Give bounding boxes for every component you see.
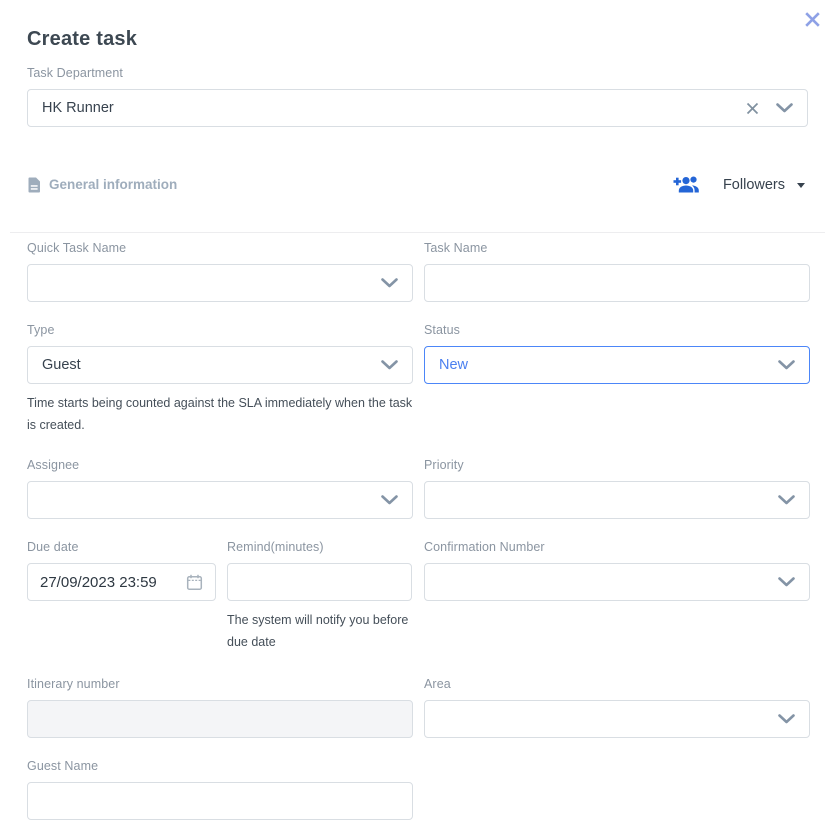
create-task-dialog: Create task Task Department HK Runner — [0, 0, 835, 821]
task-name-group: Task Name — [424, 241, 810, 302]
chevron-down-icon — [778, 360, 795, 370]
task-department-value: HK Runner — [42, 100, 114, 116]
chevron-down-icon — [778, 714, 795, 724]
itinerary-number-group: Itinerary number — [27, 677, 413, 738]
priority-group: Priority — [424, 458, 810, 519]
area-select[interactable] — [424, 700, 810, 738]
type-group: Type Guest Time starts being counted aga… — [27, 323, 413, 436]
due-remind-cluster: Due date 27/09/2023 23:59 — [27, 540, 413, 653]
due-date-group: Due date 27/09/2023 23:59 — [27, 540, 216, 653]
area-label: Area — [424, 677, 810, 691]
itinerary-number-input — [27, 700, 413, 738]
remind-label: Remind(minutes) — [227, 540, 412, 554]
type-label: Type — [27, 323, 413, 337]
task-name-label: Task Name — [424, 241, 810, 255]
caret-down-icon — [797, 183, 805, 188]
itinerary-number-label: Itinerary number — [27, 677, 413, 691]
chevron-down-icon — [778, 577, 795, 587]
due-date-label: Due date — [27, 540, 216, 554]
followers-label: Followers — [723, 177, 785, 193]
remind-helper-text: The system will notify you before due da… — [227, 609, 412, 653]
clear-icon[interactable] — [746, 102, 759, 115]
assignee-select[interactable] — [27, 481, 413, 519]
section-title-label: General information — [49, 177, 177, 192]
guest-name-label: Guest Name — [27, 759, 413, 773]
guest-name-input[interactable] — [27, 782, 413, 820]
quick-task-name-group: Quick Task Name — [27, 241, 413, 302]
type-select[interactable]: Guest — [27, 346, 413, 384]
task-department-select[interactable]: HK Runner — [27, 89, 808, 127]
confirmation-number-select[interactable] — [424, 563, 810, 601]
chevron-down-icon — [778, 495, 795, 505]
task-department-label: Task Department — [27, 66, 808, 80]
assignee-group: Assignee — [27, 458, 413, 519]
document-icon — [27, 177, 41, 193]
chevron-down-icon — [776, 103, 793, 113]
close-icon[interactable] — [802, 9, 822, 29]
general-information-header: General information — [27, 177, 177, 193]
type-helper-text: Time starts being counted against the SL… — [27, 392, 413, 436]
followers-control[interactable]: Followers — [673, 175, 805, 194]
area-group: Area — [424, 677, 810, 738]
quick-task-name-label: Quick Task Name — [27, 241, 413, 255]
chevron-down-icon — [381, 495, 398, 505]
assignee-label: Assignee — [27, 458, 413, 472]
remind-group: Remind(minutes) The system will notify y… — [227, 540, 412, 653]
due-date-input[interactable]: 27/09/2023 23:59 — [27, 563, 216, 601]
priority-select[interactable] — [424, 481, 810, 519]
page-title: Create task — [27, 28, 808, 51]
status-label: Status — [424, 323, 810, 337]
quick-task-name-select[interactable] — [27, 264, 413, 302]
add-followers-icon[interactable] — [673, 175, 701, 194]
confirmation-number-label: Confirmation Number — [424, 540, 810, 554]
guest-name-group: Guest Name — [27, 759, 413, 820]
status-select[interactable]: New — [424, 346, 810, 384]
task-name-input[interactable] — [424, 264, 810, 302]
confirmation-number-group: Confirmation Number — [424, 540, 810, 601]
status-group: Status New — [424, 323, 810, 384]
chevron-down-icon — [381, 278, 398, 288]
priority-label: Priority — [424, 458, 810, 472]
calendar-icon[interactable] — [186, 574, 203, 591]
remind-input[interactable] — [227, 563, 412, 601]
chevron-down-icon — [381, 360, 398, 370]
